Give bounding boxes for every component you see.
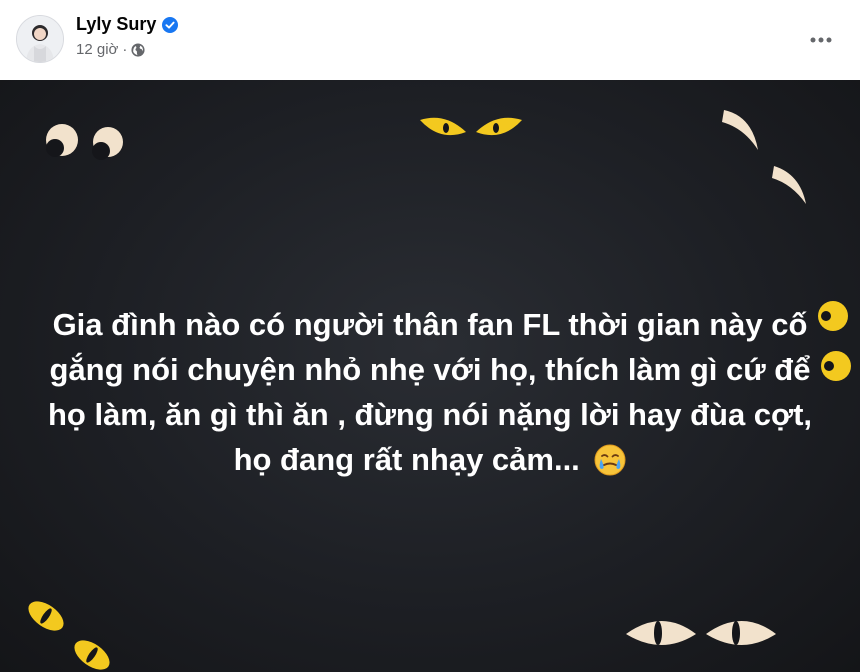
meta-separator: · <box>122 41 128 58</box>
cream-eyes-bottom-right <box>626 621 776 645</box>
author-avatar[interactable] <box>16 15 64 63</box>
author-name[interactable]: Lyly Sury <box>76 14 179 35</box>
cream-eyes-top-left <box>46 124 123 160</box>
more-options-button[interactable] <box>803 22 839 58</box>
more-horizontal-icon <box>810 37 832 43</box>
verified-badge-icon <box>162 16 179 33</box>
post-header: Lyly Sury 12 giờ · <box>0 0 860 80</box>
cream-eyes-top-right <box>722 110 806 204</box>
globe-icon[interactable] <box>131 42 145 57</box>
post-text-content: Gia đình nào có người thân fan FL thời g… <box>40 302 820 482</box>
author-name-text[interactable]: Lyly Sury <box>76 14 156 35</box>
post-timestamp[interactable]: 12 giờ <box>76 41 118 58</box>
post-background-card[interactable]: Gia đình nào có người thân fan FL thời g… <box>0 80 860 672</box>
yellow-eyes-right <box>818 301 851 381</box>
facebook-post: Lyly Sury 12 giờ · Gia đình nào có người… <box>0 0 860 672</box>
post-message: Gia đình nào có người thân fan FL thời g… <box>47 307 813 477</box>
yellow-eyes-bottom-left <box>28 601 110 670</box>
avatar-photo <box>17 16 63 62</box>
crying-smiling-face-emoji-icon <box>594 444 626 476</box>
yellow-eyes-top-center <box>420 117 522 136</box>
post-meta: 12 giờ · <box>76 41 145 58</box>
